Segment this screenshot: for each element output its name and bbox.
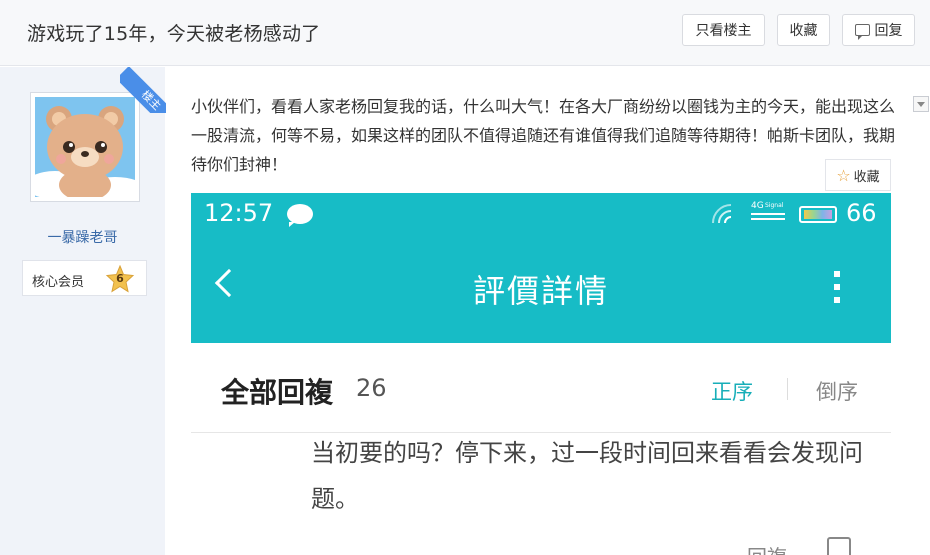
all-replies-title: 全部回複 [221,376,334,409]
member-rank: 核心会员 6 [22,260,147,296]
author-username[interactable]: 一暴躁老哥 [0,227,165,247]
thumbs-up-icon[interactable] [827,537,851,555]
more-menu-icon[interactable] [834,271,840,305]
rank-label: 核心会员 [32,275,85,290]
network-label: 4G [751,201,764,211]
app-title: 評價詳情 [472,272,609,310]
battery-percent: 66 [846,199,877,227]
comment-reply-link[interactable]: 回複 [747,541,787,555]
battery-icon [799,206,837,223]
comments-header: 全部回複 26 正序 倒序 [191,343,891,433]
status-time: 12:57 [204,199,274,227]
reply-count: 26 [356,374,387,402]
star-outline-icon: ☆ [836,165,851,185]
op-ribbon-label: 楼主 [120,67,166,113]
forum-post-page: 游戏玩了15年，今天被老杨感动了 只看楼主 收藏 回复 一暴躁老哥 核心会员 6… [0,0,930,555]
sort-ascending-tab[interactable]: 正序 [711,376,753,406]
wifi-icon [711,203,737,225]
sort-divider [787,378,788,400]
signal-label: Signal [765,202,784,209]
phone-status-bar: 12:57 4G Signal 66 [191,193,891,237]
post-menu-dropdown[interactable] [913,96,929,112]
signal-icon: 4G Signal [751,201,785,223]
only-op-button[interactable]: 只看楼主 [682,14,765,46]
image-favorite-label: 收藏 [853,169,880,185]
reply-icon [854,24,870,40]
sort-descending-tab[interactable]: 倒序 [816,376,858,406]
reply-button[interactable]: 回复 [842,14,915,46]
author-sidebar: 一暴躁老哥 核心会员 6 [0,67,165,555]
app-bar: 評價詳情 [191,237,891,343]
reply-button-label: 回复 [874,23,903,39]
rank-badge: 6 [105,264,135,293]
thread-title: 游戏玩了15年，今天被老杨感动了 [27,23,321,45]
comment-text: 当初要的吗？停下来，过一段时间回来看看会发现问题。 [311,439,863,513]
thread-header: 游戏玩了15年，今天被老杨感动了 只看楼主 收藏 回复 [0,0,930,66]
image-favorite-button[interactable]: ☆ 收藏 [825,159,891,191]
op-ribbon: 楼主 [120,67,166,113]
post-content: 小伙伴们，看看人家老杨回复我的话，什么叫大气！在各大厂商纷纷以圈钱为主的今天，能… [191,97,896,174]
rank-level: 6 [116,272,124,285]
chat-bubble-icon [287,204,313,227]
embedded-screenshot: 12:57 4G Signal 66 評價詳情 全部回複 26 正序 倒序 当初… [191,193,891,555]
favorite-button[interactable]: 收藏 [777,14,830,46]
